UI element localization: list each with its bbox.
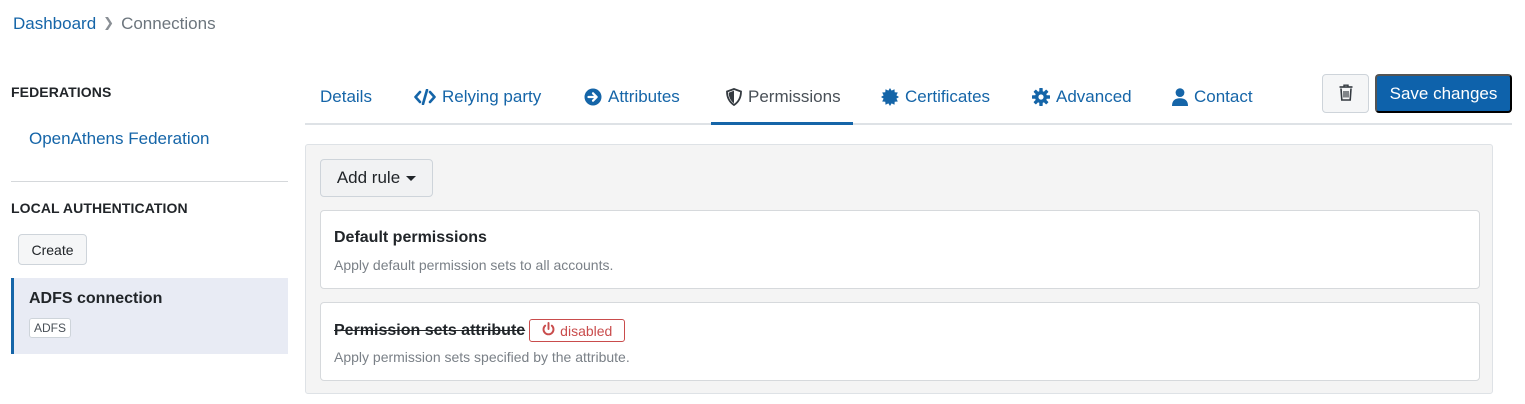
sidebar-divider [11, 181, 288, 182]
shield-icon [726, 88, 742, 106]
status-badge-label: disabled [560, 322, 613, 339]
rule-card-permission-sets-attribute[interactable]: Permission sets attribute disabled Apply… [320, 302, 1480, 381]
gear-icon [1032, 88, 1050, 106]
active-tab-indicator [711, 122, 853, 125]
create-button[interactable]: Create [18, 234, 87, 265]
tab-certificates[interactable]: Certificates [881, 87, 990, 107]
connection-name: ADFS connection [29, 290, 163, 307]
tab-label: Details [320, 87, 372, 106]
rule-title: Permission sets attribute disabled [334, 319, 626, 342]
tab-contact[interactable]: Contact [1172, 87, 1253, 107]
status-badge: disabled [529, 319, 626, 342]
delete-button[interactable] [1322, 74, 1369, 113]
rule-title: Default permissions [334, 229, 487, 247]
sidebar-item-openathens-federation[interactable]: OpenAthens Federation [29, 129, 210, 149]
add-rule-dropdown[interactable]: Add rule [320, 159, 433, 197]
power-icon [542, 322, 555, 339]
rule-title-text: Permission sets attribute [334, 321, 526, 339]
chevron-right-icon: ❯ [103, 15, 115, 30]
trash-icon [1339, 84, 1353, 104]
save-button[interactable]: Save changes [1375, 74, 1512, 113]
tab-advanced[interactable]: Advanced [1032, 87, 1132, 107]
rule-card-default-permissions[interactable]: Default permissions Apply default permis… [320, 210, 1480, 289]
rule-description: Apply permission sets specified by the a… [334, 349, 630, 365]
local-authentication-heading: LOCAL AUTHENTICATION [11, 200, 188, 216]
tab-label: Certificates [905, 87, 991, 106]
rule-title-text: Default permissions [334, 229, 487, 246]
sidebar-item-adfs-connection[interactable]: ADFS connection ADFS [11, 278, 288, 354]
permissions-panel: Add rule Default permissions Apply defau… [305, 144, 1493, 394]
tab-details[interactable]: Details [320, 87, 372, 107]
tab-attributes[interactable]: Attributes [584, 87, 680, 107]
add-rule-label: Add rule [336, 168, 401, 187]
tab-label: Advanced [1056, 87, 1132, 106]
tab-label: Attributes [608, 87, 680, 106]
tab-label: Permissions [748, 87, 841, 106]
federations-heading: FEDERATIONS [11, 84, 112, 100]
rule-description: Apply default permission sets to all acc… [334, 257, 614, 273]
tab-permissions[interactable]: Permissions [726, 87, 841, 107]
breadcrumb-current: Connections [121, 14, 216, 33]
tab-label: Relying party [442, 87, 542, 106]
breadcrumb-dashboard-link[interactable]: Dashboard [13, 14, 96, 34]
arrow-circle-right-icon [584, 88, 602, 106]
tab-relying-party[interactable]: Relying party [414, 87, 541, 107]
user-icon [1172, 88, 1188, 106]
caret-down-icon [406, 175, 417, 181]
code-icon [414, 89, 436, 105]
breadcrumb: Dashboard ❯ Connections [13, 14, 216, 34]
tab-label: Contact [1194, 87, 1253, 106]
connection-type-badge: ADFS [29, 318, 72, 338]
certificate-icon [881, 88, 899, 106]
